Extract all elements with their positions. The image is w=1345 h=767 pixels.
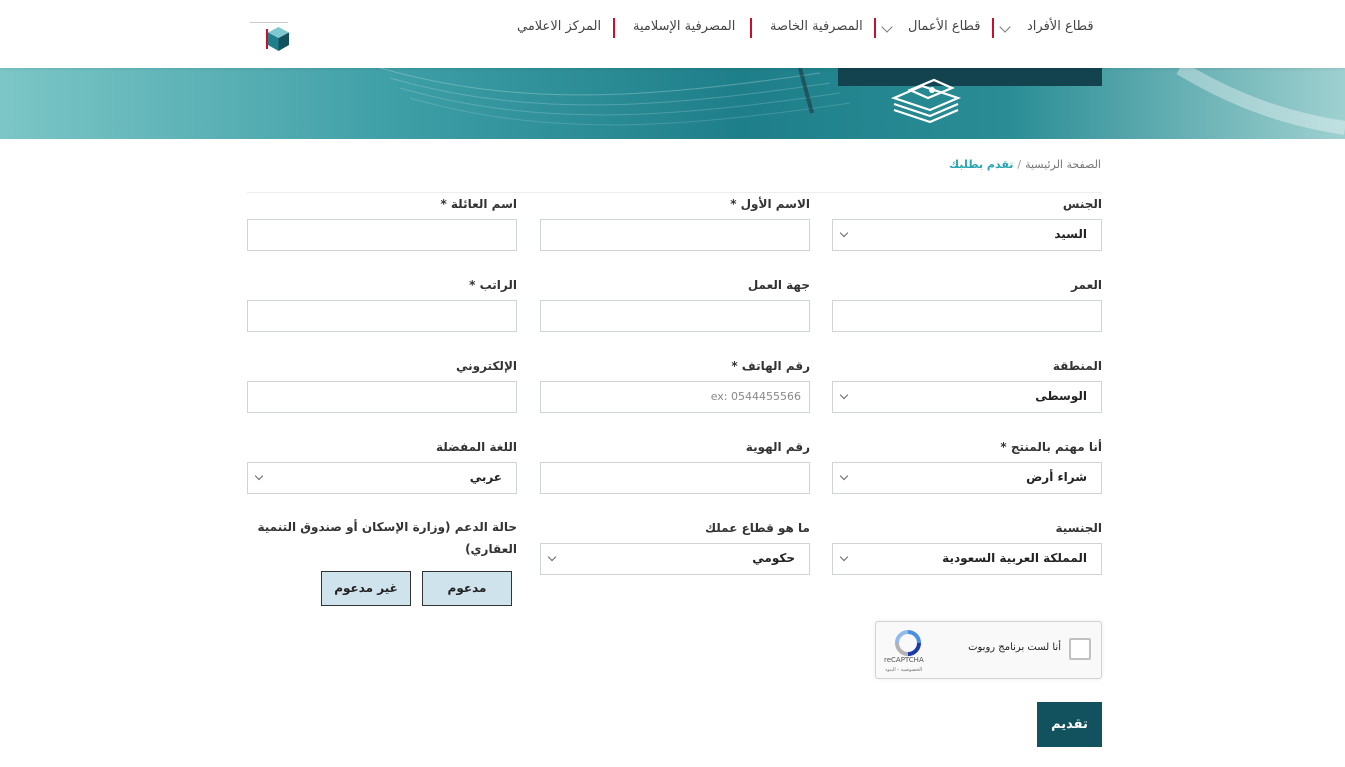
- language-label: اللغة المفضلة: [435, 440, 517, 454]
- region-value: الوسطى: [1035, 389, 1087, 403]
- salary-input[interactable]: [247, 300, 517, 332]
- product-value: شراء أرض: [1026, 470, 1087, 484]
- submit-button[interactable]: تقديم: [1037, 702, 1102, 747]
- nationality-value: المملكة العربية السعودية: [942, 551, 1087, 565]
- breadcrumb-separator: /: [1017, 158, 1022, 171]
- not-supported-button[interactable]: غير مدعوم: [321, 571, 411, 606]
- recaptcha-terms[interactable]: الخصوصية - البنود: [885, 667, 922, 673]
- region-select[interactable]: الوسطى: [832, 381, 1102, 413]
- nav-separator: [750, 18, 752, 38]
- support-status-label: حالة الدعم (وزارة الإسكان أو صندوق التنم…: [257, 520, 517, 556]
- nav-private-banking[interactable]: المصرفية الخاصة: [770, 19, 863, 34]
- breadcrumb-current: تقدم بطلبك: [949, 158, 1014, 171]
- nav-separator: [613, 18, 615, 38]
- bank-logo[interactable]: [250, 22, 290, 54]
- recaptcha-label: أنا لست برنامج روبوت: [968, 642, 1061, 653]
- first-name-input[interactable]: [540, 219, 810, 251]
- nationality-select[interactable]: المملكة العربية السعودية: [832, 543, 1102, 575]
- recaptcha-checkbox[interactable]: [1069, 638, 1091, 660]
- salary-label: الراتب *: [469, 278, 517, 292]
- family-name-input[interactable]: [247, 219, 517, 251]
- gender-label: الجنس: [1062, 197, 1102, 211]
- site-header: قطاع الأفراد قطاع الأعمال المصرفية الخاص…: [0, 0, 1345, 68]
- nationality-label: الجنسية: [1055, 521, 1102, 535]
- product-select[interactable]: شراء أرض: [832, 462, 1102, 494]
- money-stack-icon: [890, 78, 962, 124]
- nav-business[interactable]: قطاع الأعمال: [908, 19, 980, 34]
- region-label: المنطقة: [1052, 359, 1102, 373]
- sector-select[interactable]: حكومي: [540, 543, 810, 575]
- employer-input[interactable]: [540, 300, 810, 332]
- recaptcha-brand: reCAPTCHA: [884, 656, 924, 664]
- recaptcha-widget: أنا لست برنامج روبوت reCAPTCHA الخصوصية …: [875, 621, 1102, 679]
- recaptcha-icon: [895, 630, 921, 656]
- id-number-input[interactable]: [540, 462, 810, 494]
- hero-banner: [0, 68, 1345, 139]
- employer-label: جهة العمل: [747, 278, 810, 292]
- age-label: العمر: [1071, 278, 1102, 292]
- id-number-label: رقم الهوية: [745, 440, 810, 454]
- phone-label: رقم الهاتف *: [731, 359, 810, 373]
- language-value: عربي: [469, 470, 502, 484]
- chevron-down-icon: [839, 471, 849, 481]
- banner-dark-strip: [838, 68, 1102, 86]
- chevron-down-icon: [839, 390, 849, 400]
- gender-value: السيد: [1054, 227, 1087, 241]
- phone-input[interactable]: ex: 0544455566: [540, 381, 810, 413]
- nav-media-center[interactable]: المركز الاعلامي: [517, 19, 601, 34]
- banner-lines: [379, 68, 1345, 135]
- language-select[interactable]: عربي: [247, 462, 517, 494]
- chevron-down-icon[interactable]: [881, 21, 893, 33]
- breadcrumb-home[interactable]: الصفحة الرئيسية: [1025, 158, 1101, 171]
- chevron-down-icon[interactable]: [999, 21, 1011, 33]
- sector-label: ما هو قطاع عملك: [705, 521, 810, 535]
- product-label: أنا مهتم بالمنتج *: [1000, 440, 1102, 454]
- breadcrumb: الصفحة الرئيسية/تقدم بطلبك: [949, 158, 1101, 171]
- chevron-down-icon: [254, 471, 264, 481]
- nav-islamic-banking[interactable]: المصرفية الإسلامية: [633, 19, 735, 34]
- gender-select[interactable]: السيد: [832, 219, 1102, 251]
- sector-value: حكومي: [752, 551, 795, 565]
- supported-button[interactable]: مدعوم: [422, 571, 512, 606]
- chevron-down-icon: [547, 552, 557, 562]
- nav-individuals[interactable]: قطاع الأفراد: [1027, 19, 1094, 34]
- email-input[interactable]: [247, 381, 517, 413]
- logo-line: [250, 22, 288, 23]
- phone-placeholder: ex: 0544455566: [710, 390, 801, 403]
- first-name-label: الاسم الأول *: [730, 197, 810, 211]
- age-input[interactable]: [832, 300, 1102, 332]
- divider: [247, 192, 1102, 193]
- cube-logo-icon: [268, 27, 289, 51]
- nav-separator: [874, 18, 876, 38]
- chevron-down-icon: [839, 552, 849, 562]
- chevron-down-icon: [839, 228, 849, 238]
- family-name-label: اسم العائلة *: [440, 197, 517, 211]
- nav-separator: [992, 18, 994, 38]
- email-label: الإلكتروني: [455, 359, 517, 373]
